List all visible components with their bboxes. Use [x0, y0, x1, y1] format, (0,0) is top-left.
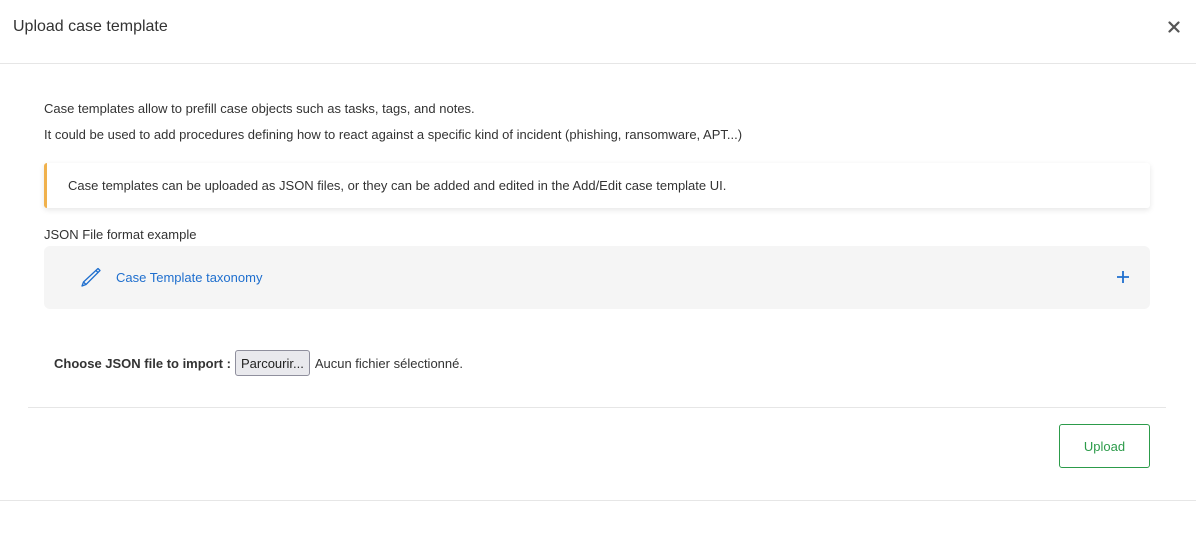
file-import-row: Choose JSON file to import : Parcourir..…	[54, 350, 463, 376]
accordion-title: Case Template taxonomy	[116, 270, 263, 285]
callout-text: Case templates can be uploaded as JSON f…	[68, 178, 727, 193]
json-format-label: JSON File format example	[44, 227, 197, 242]
modal-header: Upload case template	[0, 0, 1196, 64]
browse-button[interactable]: Parcourir...	[234, 350, 310, 376]
info-callout: Case templates can be uploaded as JSON f…	[44, 163, 1150, 208]
upload-button[interactable]: Upload	[1059, 424, 1150, 468]
modal-title: Upload case template	[13, 18, 168, 35]
close-icon	[1168, 21, 1180, 33]
footer-divider	[28, 407, 1166, 408]
file-status: Aucun fichier sélectionné.	[314, 355, 463, 371]
plus-icon[interactable]	[1115, 269, 1131, 285]
file-import-label: Choose JSON file to import :	[54, 355, 231, 371]
intro-text-line-2: It could be used to add procedures defin…	[44, 127, 743, 142]
upload-case-template-modal: Upload case template Case templates allo…	[0, 0, 1196, 533]
modal-bottom-border	[0, 500, 1196, 501]
pencil-icon	[81, 267, 101, 287]
intro-text-line-1: Case templates allow to prefill case obj…	[44, 101, 475, 116]
case-template-taxonomy-accordion[interactable]: Case Template taxonomy	[44, 246, 1150, 309]
close-button[interactable]	[1164, 17, 1184, 37]
